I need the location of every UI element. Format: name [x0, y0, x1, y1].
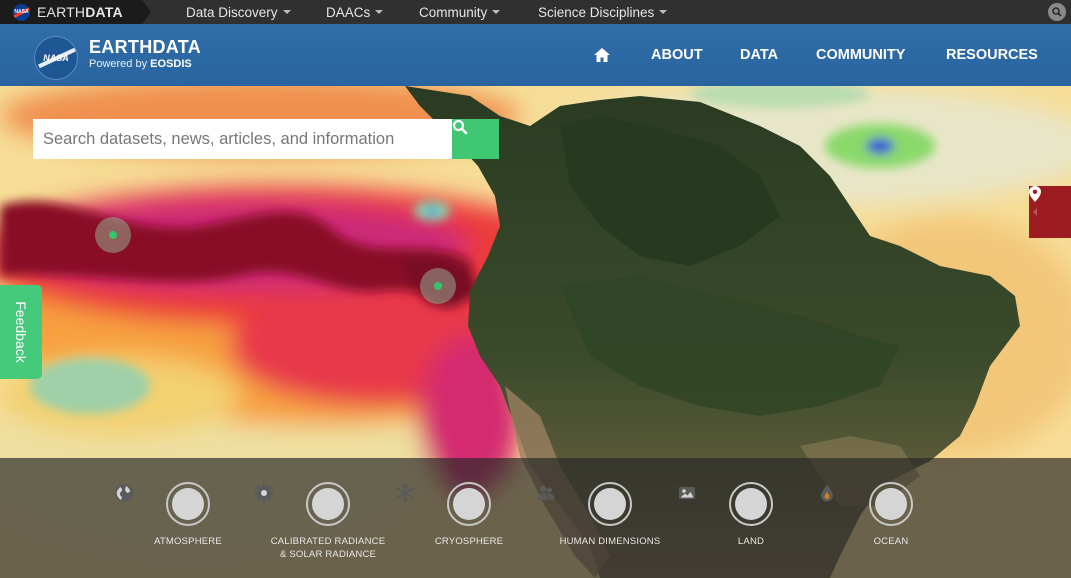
- site-subtitle: Powered by EOSDIS: [89, 58, 192, 70]
- home-icon: [594, 48, 610, 62]
- search-icon: [452, 119, 468, 135]
- discipline-label: CALIBRATED RADIANCE & SOLAR RADIANCE: [270, 536, 386, 560]
- global-topbar: NASA EARTHDATA Data Discovery DAACs Comm…: [0, 0, 1071, 24]
- menu-community[interactable]: Community: [419, 0, 501, 24]
- discipline-label: OCEAN: [873, 536, 909, 547]
- menu-science-disciplines[interactable]: Science Disciplines: [538, 0, 668, 24]
- menu-label: DAACs: [326, 4, 371, 20]
- earthdata-brand-link[interactable]: NASA EARTHDATA: [0, 0, 151, 24]
- nav-community[interactable]: COMMUNITY: [816, 24, 905, 86]
- nav-about[interactable]: ABOUT: [651, 24, 703, 86]
- nasa-logo-icon: NASA: [13, 3, 30, 21]
- site-title[interactable]: EARTHDATA: [89, 37, 201, 58]
- nav-home[interactable]: [593, 24, 611, 86]
- caret-down-icon: [659, 10, 668, 14]
- discipline-human-dimensions[interactable]: HUMAN DIMENSIONS: [535, 482, 685, 548]
- search-submit-button[interactable]: [452, 119, 499, 159]
- nav-resources[interactable]: RESOURCES: [946, 24, 1038, 86]
- caret-down-icon: [492, 10, 501, 14]
- snowflake-icon: [396, 482, 491, 526]
- discipline-label: LAND: [737, 536, 765, 547]
- map-marker[interactable]: [95, 217, 131, 253]
- people-icon: [537, 482, 632, 526]
- menu-label: Community: [419, 4, 488, 20]
- disciplines-bar: ATMOSPHERE CALIBRATED RADIANCE & SOLAR RA…: [0, 458, 1071, 578]
- site-header: NASA EARTHDATA Powered by EOSDIS ABOUT D…: [0, 24, 1071, 86]
- menu-data-discovery[interactable]: Data Discovery: [186, 0, 291, 24]
- menu-label: Science Disciplines: [538, 4, 655, 20]
- map-pin-tab[interactable]: [1029, 186, 1071, 238]
- map-pin-icon: [1029, 186, 1041, 202]
- discipline-ocean[interactable]: OCEAN: [816, 482, 966, 548]
- nasa-meatball-logo[interactable]: NASA: [34, 36, 78, 80]
- caret-down-icon: [282, 10, 291, 14]
- hero-map: Feedback ATMOSPHERE CALIBRATED RADIANCE&…: [0, 86, 1071, 578]
- discipline-label: ATMOSPHERE: [154, 536, 222, 547]
- globe-icon: [115, 482, 210, 526]
- menu-daacs[interactable]: DAACs: [326, 0, 384, 24]
- discipline-cryosphere[interactable]: CRYOSPHERE: [394, 482, 544, 548]
- discipline-land[interactable]: LAND: [676, 482, 826, 548]
- nav-data[interactable]: DATA: [740, 24, 778, 86]
- caret-down-icon: [375, 10, 384, 14]
- map-marker[interactable]: [420, 268, 456, 304]
- landscape-icon: [679, 482, 773, 526]
- water-drop-icon: [821, 482, 913, 526]
- search-input[interactable]: [33, 119, 452, 159]
- discipline-label: CRYOSPHERE: [434, 536, 504, 547]
- brand-text: EARTHDATA: [37, 4, 123, 20]
- menu-label: Data Discovery: [186, 4, 278, 20]
- discipline-calibrated-radiance[interactable]: CALIBRATED RADIANCE & SOLAR RADIANCE: [253, 482, 403, 561]
- discipline-atmosphere[interactable]: ATMOSPHERE: [113, 482, 263, 548]
- feedback-tab[interactable]: Feedback: [0, 285, 42, 379]
- gear-icon: [254, 482, 350, 526]
- discipline-label: HUMAN DIMENSIONS: [559, 536, 661, 547]
- feedback-label: Feedback: [13, 301, 29, 363]
- search-icon[interactable]: [1048, 3, 1066, 21]
